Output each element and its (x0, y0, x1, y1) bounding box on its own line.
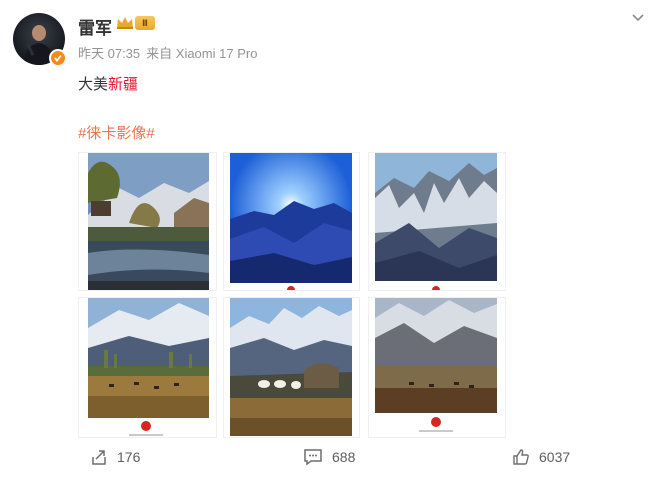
like-count: 6037 (539, 449, 571, 465)
author-name[interactable]: 雷军 (78, 14, 112, 39)
post-text-highlight: 新疆 (108, 76, 139, 93)
image-grid (78, 152, 508, 438)
photo-blue-mountain-sunrise[interactable] (223, 152, 360, 291)
photo-yurts-mountains[interactable] (223, 297, 360, 438)
post-timestamp[interactable]: 昨天 07:35 (78, 46, 140, 61)
photo-village-river[interactable] (78, 152, 217, 291)
share-button[interactable]: 176 (90, 448, 140, 466)
comment-button[interactable]: 688 (303, 448, 355, 466)
crown-icon (117, 17, 133, 29)
share-count: 176 (117, 449, 141, 465)
photo-snow-peaks[interactable] (368, 152, 506, 291)
vip-badge[interactable]: Ⅱ (116, 16, 155, 30)
post-meta: 昨天 07:35 来自 Xiaomi 17 Pro (78, 43, 263, 62)
post-text: 大美新疆 (78, 73, 138, 94)
share-icon (92, 450, 106, 465)
hashtag-link[interactable]: #徕卡影像# (78, 122, 155, 143)
comment-icon (304, 449, 322, 466)
post-source: 来自 Xiaomi 17 Pro (146, 46, 258, 61)
photo-grassland-trees[interactable] (78, 297, 217, 438)
post-text-plain: 大美 (78, 76, 109, 93)
like-button[interactable]: 6037 (512, 448, 570, 466)
comment-count: 688 (332, 449, 356, 465)
action-bar: 176 688 6037 (0, 440, 662, 478)
photo-plateau-horses[interactable] (368, 297, 506, 438)
verified-icon (49, 49, 67, 67)
avatar[interactable] (13, 13, 67, 67)
vip-level: Ⅱ (135, 16, 155, 30)
chevron-down-icon[interactable] (630, 10, 646, 26)
like-icon (513, 449, 529, 465)
